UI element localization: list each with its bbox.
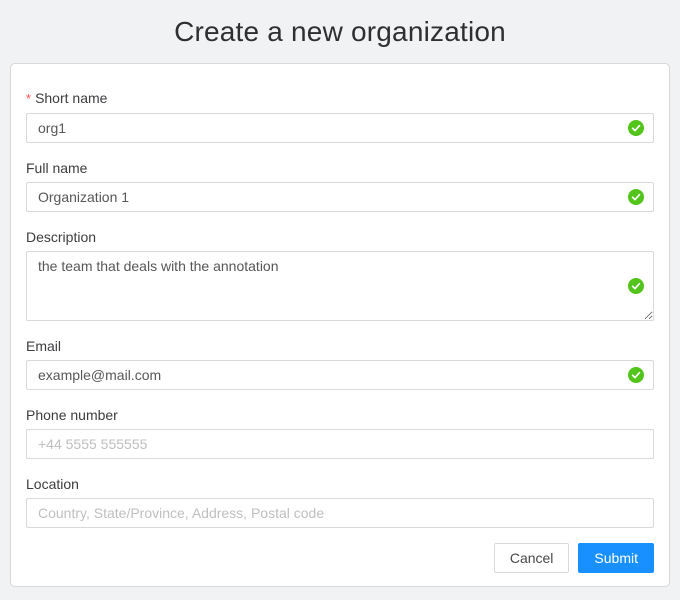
- create-organization-form: *Short name Full name Descript: [10, 63, 670, 587]
- full-name-input-wrap: [26, 182, 654, 212]
- cancel-button[interactable]: Cancel: [494, 543, 570, 573]
- description-label: Description: [26, 227, 654, 247]
- short-name-input-wrap: [26, 113, 654, 143]
- description-input-wrap: the team that deals with the annotation: [26, 251, 654, 321]
- full-name-input[interactable]: [26, 182, 654, 212]
- required-asterisk: *: [26, 91, 31, 106]
- form-actions: Cancel Submit: [26, 543, 654, 573]
- location-input[interactable]: [26, 498, 654, 528]
- field-short-name: * Short name: [26, 88, 654, 143]
- email-input[interactable]: [26, 360, 654, 390]
- short-name-label-text: Short name: [35, 90, 107, 106]
- location-label: Location: [26, 474, 654, 494]
- field-phone-number: Phone number: [26, 405, 654, 459]
- email-label: Email: [26, 336, 654, 356]
- short-name-input[interactable]: [26, 113, 654, 143]
- page-header: Create a new organization: [0, 0, 680, 63]
- phone-number-input-wrap: [26, 429, 654, 459]
- field-description: Description the team that deals with the…: [26, 227, 654, 321]
- field-location: Location: [26, 474, 654, 528]
- full-name-label: Full name: [26, 158, 654, 178]
- email-input-wrap: [26, 360, 654, 390]
- short-name-label: * Short name: [26, 88, 654, 109]
- description-textarea[interactable]: the team that deals with the annotation: [26, 251, 654, 321]
- phone-number-label: Phone number: [26, 405, 654, 425]
- phone-number-input[interactable]: [26, 429, 654, 459]
- location-input-wrap: [26, 498, 654, 528]
- field-full-name: Full name: [26, 158, 654, 212]
- field-email: Email: [26, 336, 654, 390]
- page-title: Create a new organization: [174, 16, 506, 48]
- submit-button[interactable]: Submit: [578, 543, 654, 573]
